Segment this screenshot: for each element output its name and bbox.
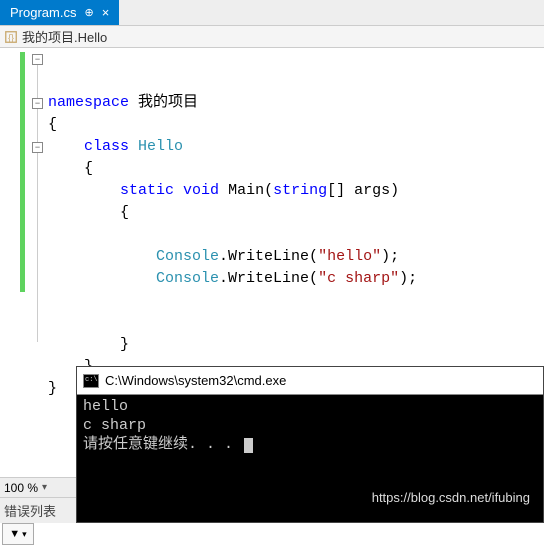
namespace-icon: {}: [4, 30, 18, 44]
punct: );: [399, 270, 417, 287]
type-name: Console: [156, 270, 219, 287]
brace: {: [84, 160, 93, 177]
gutter: − − −: [0, 48, 44, 466]
console-title: C:\Windows\system32\cmd.exe: [105, 373, 286, 388]
fold-toggle[interactable]: −: [32, 54, 43, 65]
console-output: hello c sharp 请按任意键继续. . .: [77, 395, 543, 456]
keyword: string: [273, 182, 327, 199]
tab-bar: Program.cs ⊕ ×: [0, 0, 544, 26]
keyword: static: [120, 182, 174, 199]
method-call: .WriteLine(: [219, 248, 318, 265]
breadcrumb-bar[interactable]: {} 我的项目.Hello: [0, 26, 544, 48]
keyword: namespace: [48, 94, 129, 111]
output-line: 请按任意键继续. . .: [83, 436, 242, 453]
pin-icon[interactable]: ⊕: [84, 6, 93, 19]
method-call: .WriteLine(: [219, 270, 318, 287]
tab-filename: Program.cs: [10, 5, 76, 20]
type-name: Hello: [138, 138, 183, 155]
chevron-down-icon: ▾: [22, 529, 27, 540]
funnel-icon: ▼: [9, 528, 20, 540]
current-line-highlight: [44, 224, 417, 246]
change-marker: [20, 52, 25, 292]
string-literal: "c sharp": [318, 270, 399, 287]
brace: }: [48, 380, 57, 397]
file-tab[interactable]: Program.cs ⊕ ×: [0, 0, 119, 25]
error-list-tab[interactable]: 错误列表: [0, 497, 76, 523]
cmd-icon: [83, 374, 99, 388]
zoom-value: 100 %: [4, 481, 38, 495]
brace: }: [120, 336, 129, 353]
close-icon[interactable]: ×: [102, 5, 110, 20]
type-name: Console: [156, 248, 219, 265]
console-titlebar[interactable]: C:\Windows\system32\cmd.exe: [77, 367, 543, 395]
output-line: hello: [83, 398, 128, 415]
method-name: Main: [228, 182, 264, 199]
string-literal: "hello": [318, 248, 381, 265]
params: [] args): [327, 182, 399, 199]
punct: );: [381, 248, 399, 265]
breadcrumb-text: 我的项目.Hello: [22, 27, 107, 46]
brace: {: [120, 204, 129, 221]
zoom-control[interactable]: 100 % ▾: [0, 477, 76, 497]
fold-toggle[interactable]: −: [32, 98, 43, 109]
identifier: 我的项目: [138, 94, 198, 111]
watermark: https://blog.csdn.net/ifubing: [372, 490, 530, 505]
svg-text:{}: {}: [8, 32, 14, 42]
brace: {: [48, 116, 57, 133]
fold-toggle[interactable]: −: [32, 142, 43, 153]
cursor: [244, 438, 253, 453]
error-list-label: 错误列表: [4, 501, 56, 520]
filter-button[interactable]: ▼ ▾: [2, 523, 34, 545]
keyword: class: [84, 138, 129, 155]
chevron-down-icon[interactable]: ▾: [42, 482, 47, 493]
output-line: c sharp: [83, 417, 146, 434]
keyword: void: [183, 182, 219, 199]
